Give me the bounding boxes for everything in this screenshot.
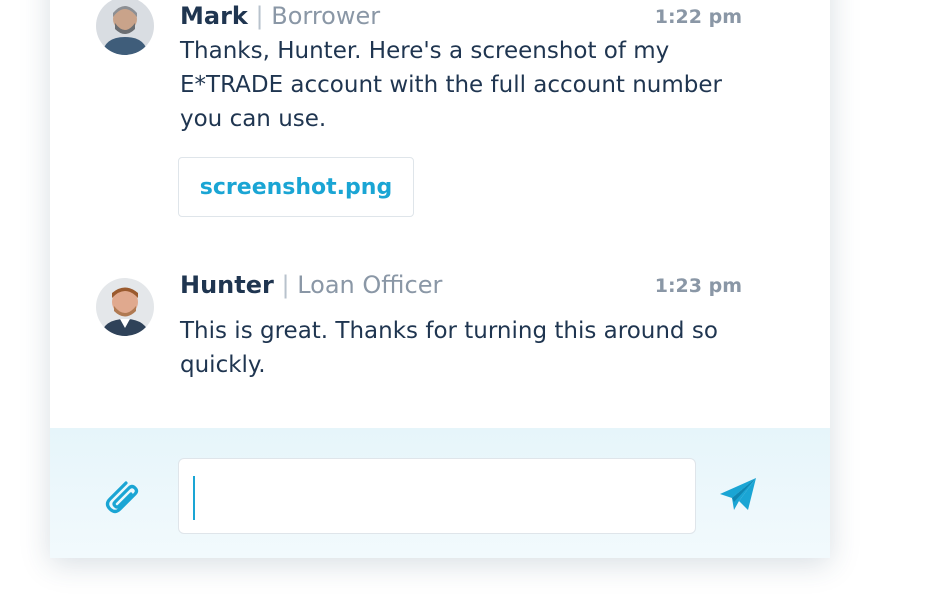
message-input[interactable] (191, 471, 685, 521)
sender-name: Hunter (180, 271, 274, 299)
text-caret (193, 476, 195, 520)
message-time: 1:23 pm (654, 275, 742, 297)
message-header: Hunter | Loan Officer 1:23 pm (180, 270, 742, 300)
chat-page: Mark | Borrower 1:22 pm Thanks, Hunter. … (0, 0, 930, 600)
message-input-box[interactable] (178, 458, 696, 534)
message-text: This is great. Thanks for turning this a… (180, 318, 718, 378)
message-time: 1:22 pm (654, 6, 742, 28)
paperclip-icon[interactable] (98, 473, 142, 517)
person-avatar-icon (96, 0, 154, 55)
sender-role: Borrower (271, 2, 381, 30)
avatar-mark[interactable] (96, 0, 154, 55)
separator: | (281, 271, 290, 299)
avatar-hunter[interactable] (96, 278, 154, 336)
person-avatar-icon (96, 278, 154, 336)
message-text: Thanks, Hunter. Here's a screenshot of m… (180, 38, 722, 132)
sender-role: Loan Officer (297, 271, 443, 299)
attachment-link[interactable]: screenshot.png (178, 157, 414, 217)
message-composer (50, 428, 830, 558)
paper-plane-icon[interactable] (718, 474, 758, 514)
sender-name: Mark (180, 2, 248, 30)
chat-window: Mark | Borrower 1:22 pm Thanks, Hunter. … (50, 0, 830, 558)
message-header: Mark | Borrower 1:22 pm (180, 1, 742, 31)
separator: | (255, 2, 264, 30)
